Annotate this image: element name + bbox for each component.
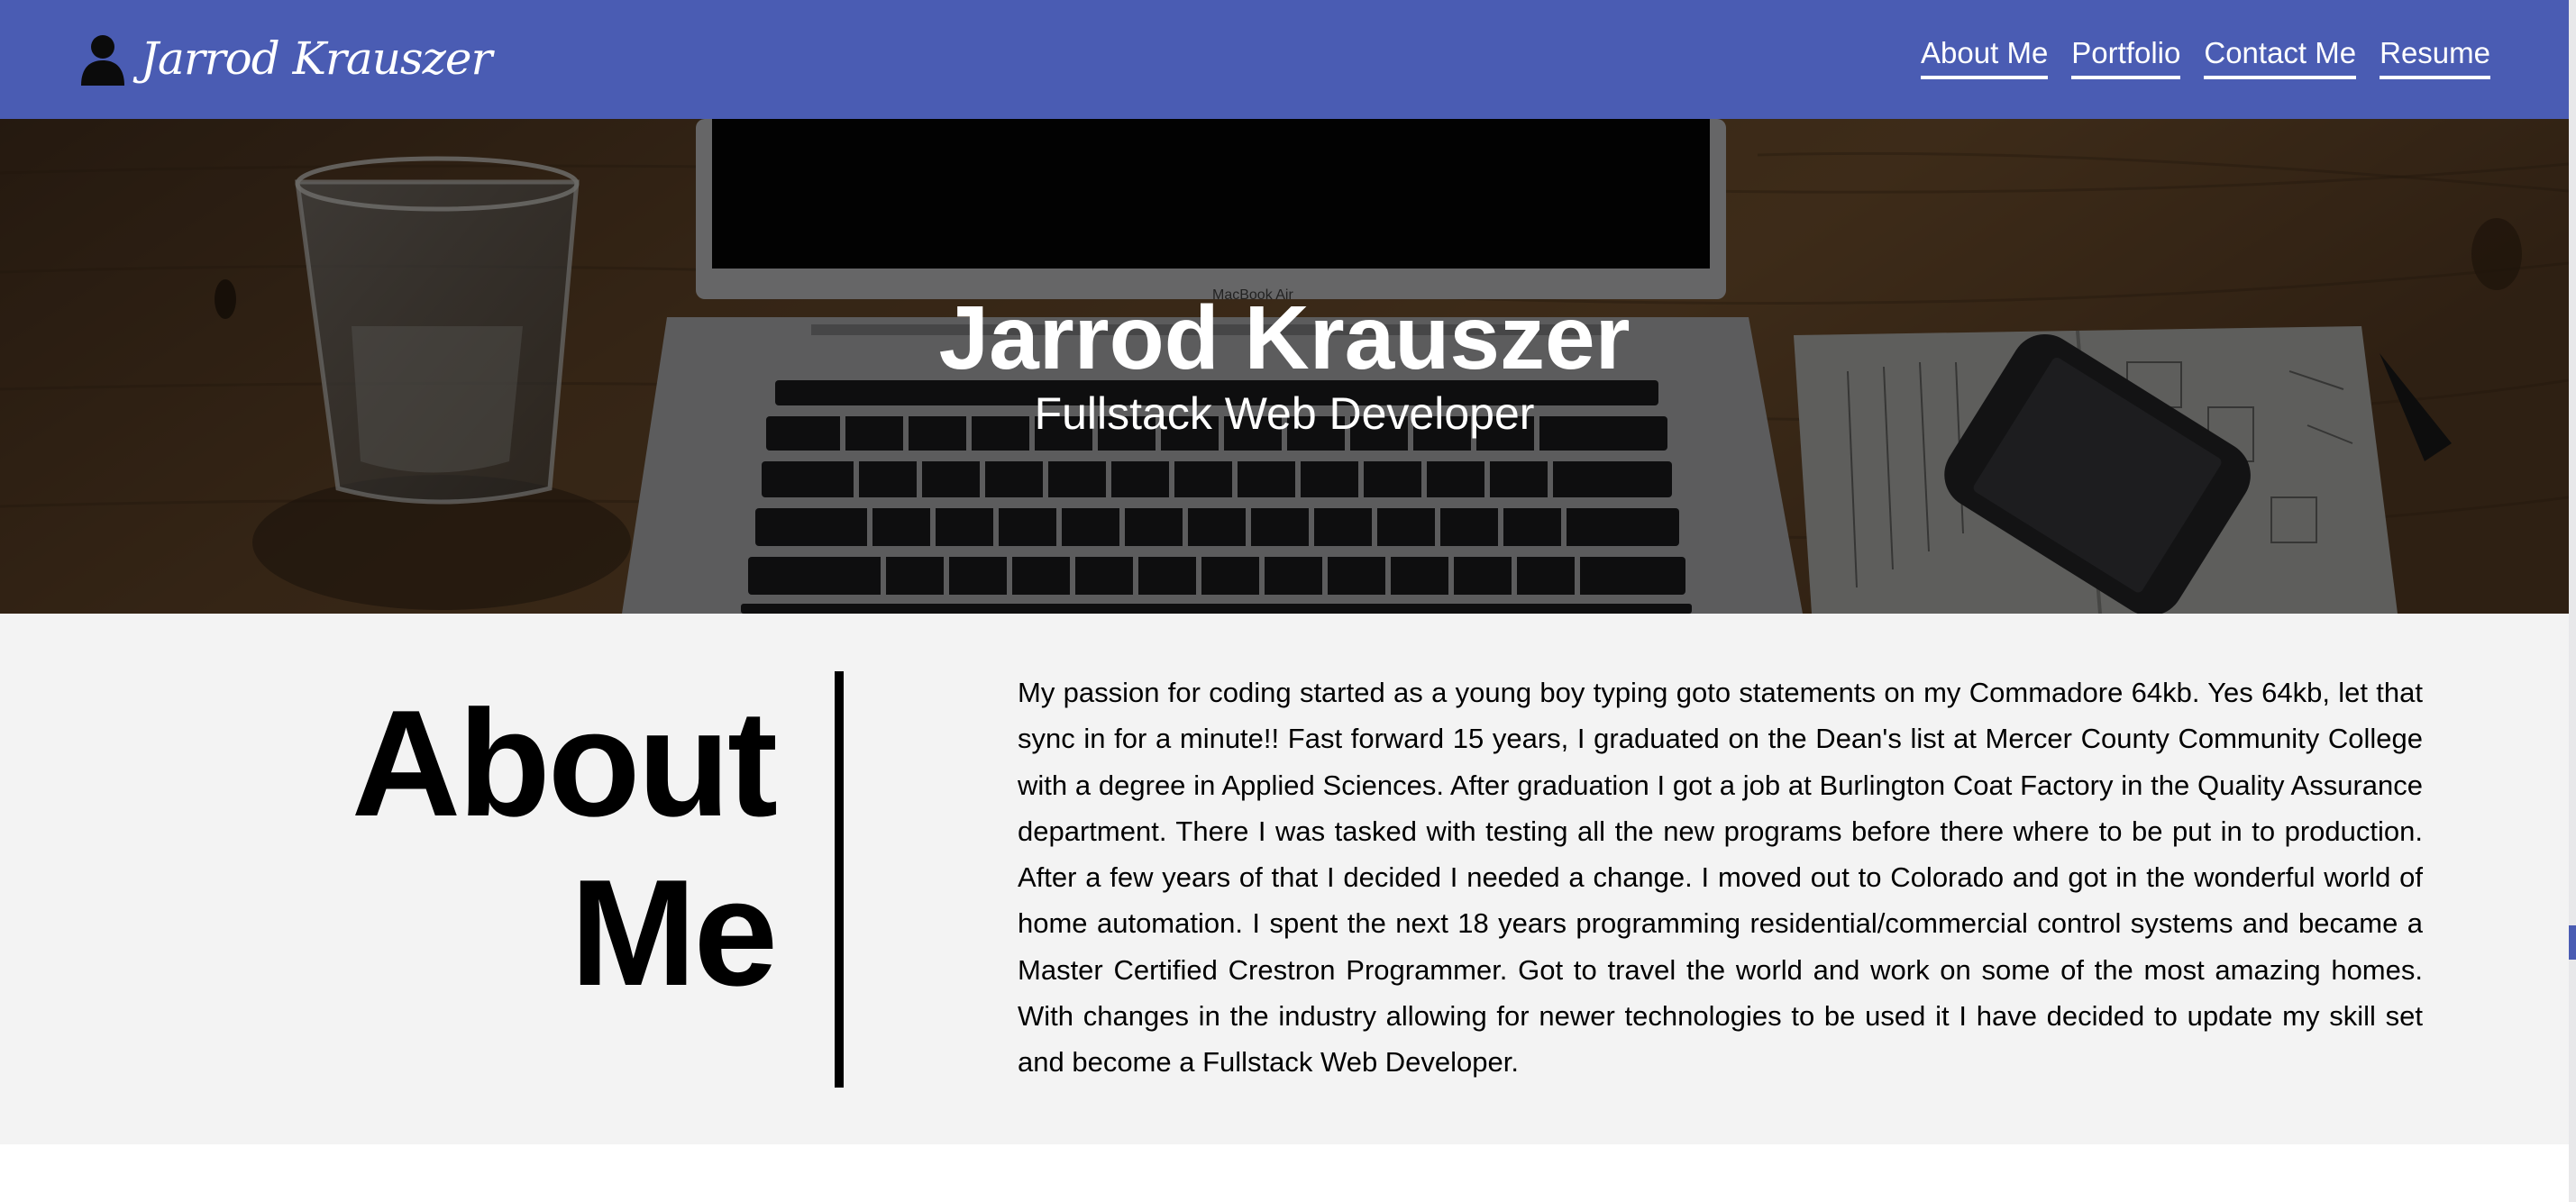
about-heading-line1: About <box>351 678 778 848</box>
nav-link-portfolio[interactable]: Portfolio <box>2071 34 2181 79</box>
person-silhouette-icon <box>81 35 124 86</box>
navbar: Jarrod Krauszer About Me Portfolio Conta… <box>0 0 2576 119</box>
nav-links: About Me Portfolio Contact Me Resume <box>1921 34 2490 79</box>
brand-home-link[interactable]: Jarrod Krauszer <box>78 27 492 90</box>
hero-banner: MacBook Air <box>0 119 2569 614</box>
hero-title: Jarrod Krauszer <box>938 287 1631 388</box>
hero-subtitle: Fullstack Web Developer <box>1034 388 1535 439</box>
nav-link-contact-me[interactable]: Contact Me <box>2204 34 2357 79</box>
scrollbar-track[interactable] <box>2569 0 2576 1202</box>
about-divider <box>835 671 844 1088</box>
nav-link-about-me[interactable]: About Me <box>1921 34 2049 79</box>
nav-link-resume[interactable]: Resume <box>2380 34 2490 79</box>
about-section: About Me My passion for coding started a… <box>0 614 2569 1144</box>
about-heading-line2: Me <box>570 848 778 1017</box>
about-heading: About Me <box>351 678 778 1017</box>
scrollbar-thumb[interactable] <box>2569 925 2576 960</box>
about-body-text: My passion for coding started as a young… <box>1018 677 2423 1079</box>
brand-name: Jarrod Krauszer <box>141 32 492 85</box>
